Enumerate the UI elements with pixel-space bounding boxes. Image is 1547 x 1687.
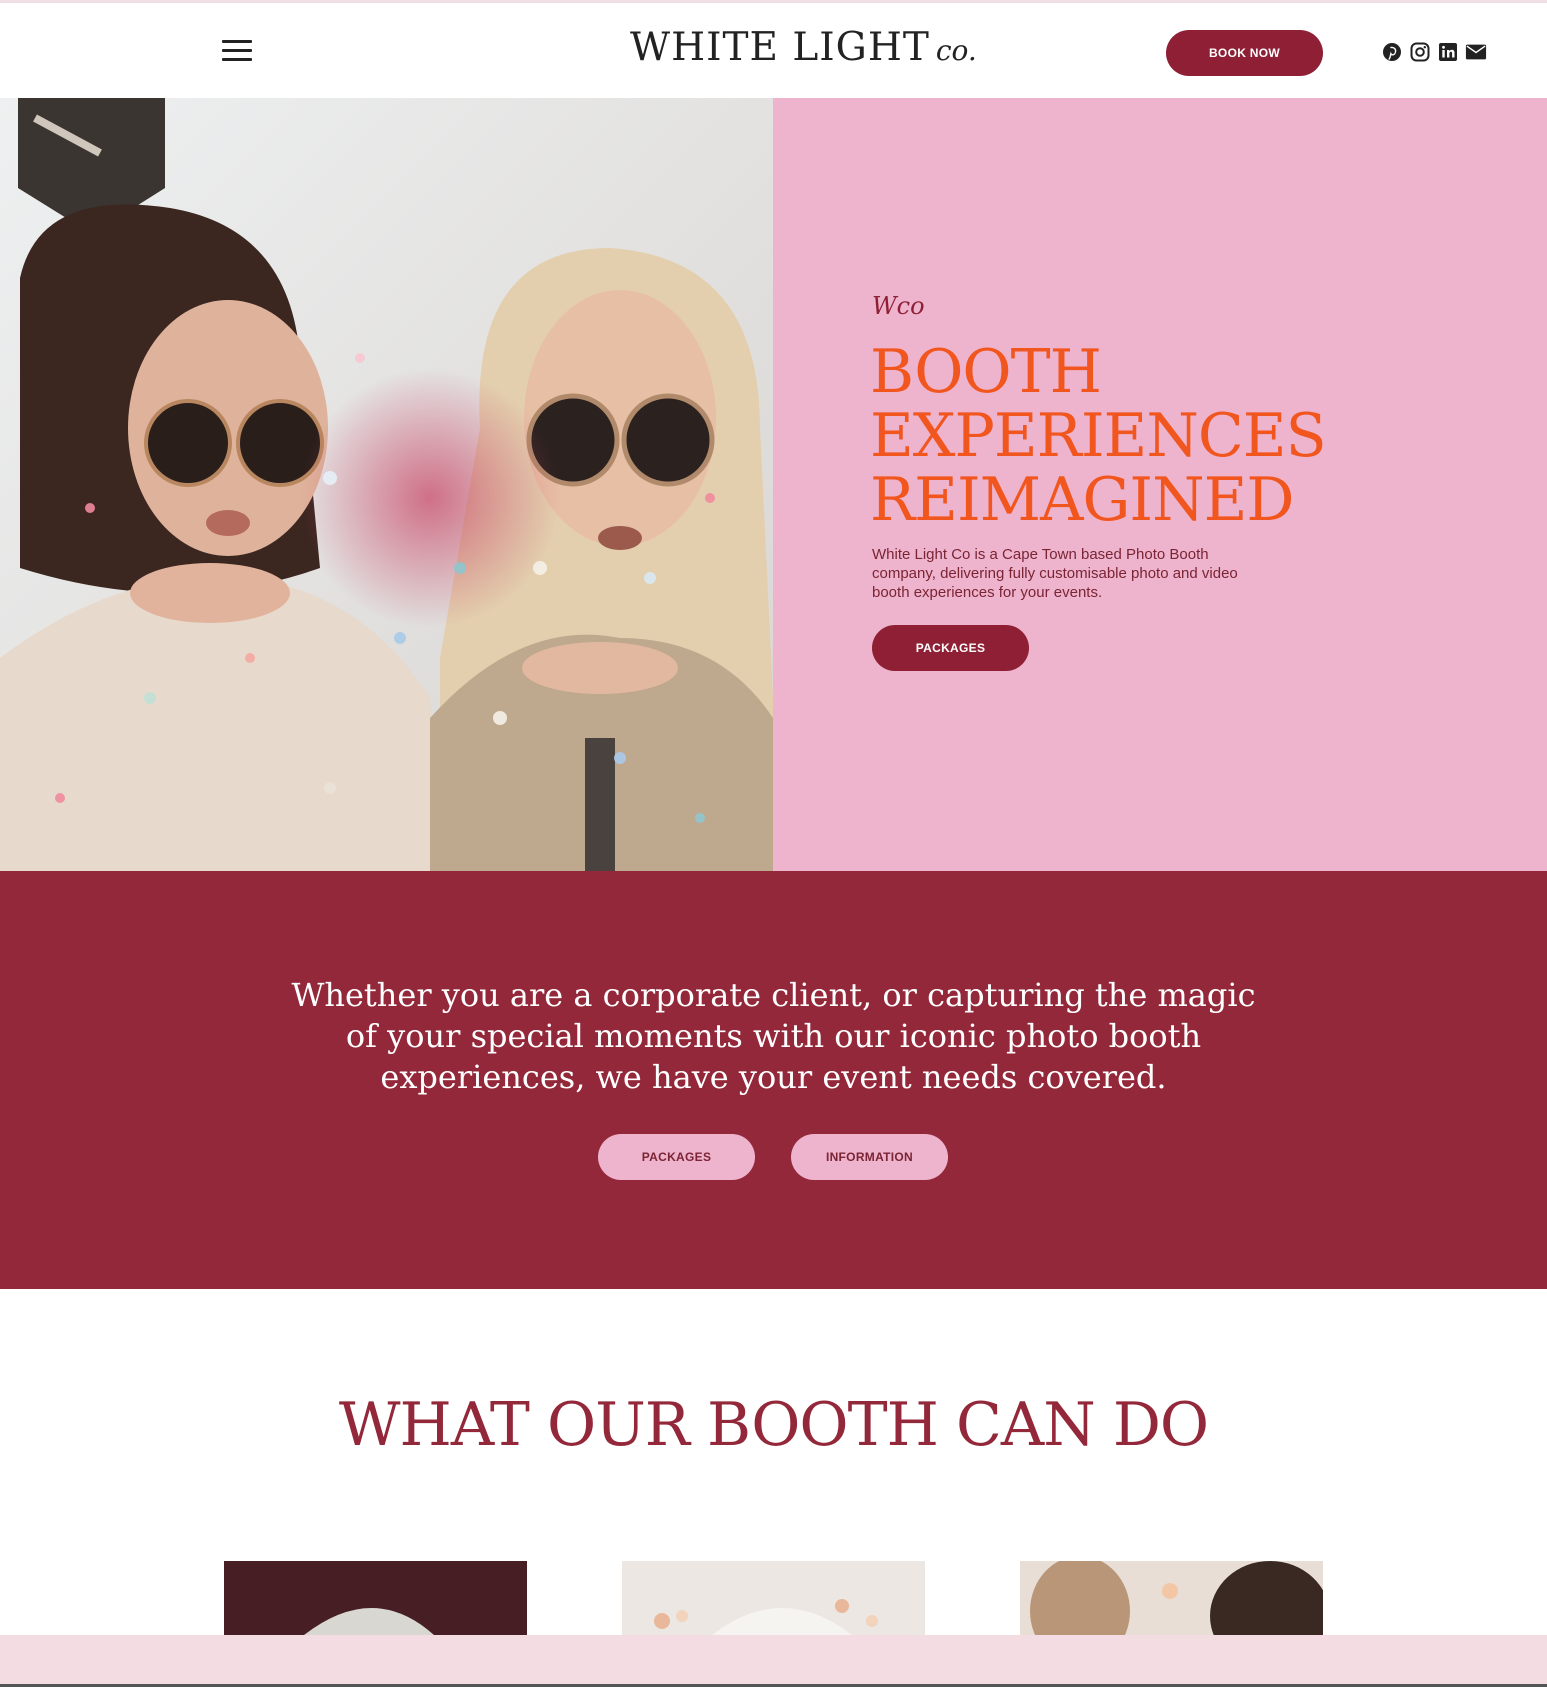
menu-bar <box>222 49 252 52</box>
feature-card-image[interactable] <box>622 1561 925 1635</box>
hero-title-line: REIMAGINED <box>870 465 1294 535</box>
umbrella-photo <box>224 1561 527 1635</box>
flowers-photo <box>622 1561 925 1635</box>
hero-title-line: EXPERIENCES <box>870 401 1327 471</box>
band-packages-button[interactable]: PACKAGES <box>598 1134 755 1180</box>
logo-wordmark: WHITE LIGHT <box>630 25 930 70</box>
mail-icon[interactable] <box>1465 41 1487 63</box>
logo-suffix: co. <box>935 34 977 67</box>
menu-icon[interactable] <box>222 40 252 66</box>
feature-card-image[interactable] <box>224 1561 527 1635</box>
intro-text: Whether you are a corporate client, or c… <box>291 976 1256 1096</box>
feature-card-image[interactable] <box>1020 1561 1323 1635</box>
instagram-icon[interactable] <box>1409 41 1431 63</box>
features-title: WHAT OUR BOOTH CAN DO <box>338 1390 1209 1460</box>
guests-photo <box>1020 1561 1323 1635</box>
hero-description: White Light Co is a Cape Town based Phot… <box>872 546 1238 601</box>
footer-strip <box>0 1635 1547 1684</box>
hero-packages-button[interactable]: PACKAGES <box>872 625 1029 671</box>
hero-title: BOOTH EXPERIENCES REIMAGINED <box>870 340 1330 532</box>
book-now-button[interactable]: BOOK NOW <box>1166 30 1323 76</box>
hero-title-line: BOOTH <box>870 337 1102 407</box>
linkedin-icon[interactable] <box>1437 41 1459 63</box>
site-logo[interactable]: WHITE LIGHT co. <box>630 25 977 79</box>
monogram-logo: Wco <box>872 292 925 320</box>
hero-photo <box>0 98 773 871</box>
menu-bar <box>222 40 252 43</box>
menu-bar <box>222 58 252 61</box>
pinterest-icon[interactable] <box>1381 41 1403 63</box>
band-information-button[interactable]: INFORMATION <box>791 1134 948 1180</box>
social-links <box>1381 41 1487 63</box>
site-header: WHITE LIGHT co. BOOK NOW <box>0 3 1547 98</box>
hero-photo-illustration <box>0 98 773 871</box>
